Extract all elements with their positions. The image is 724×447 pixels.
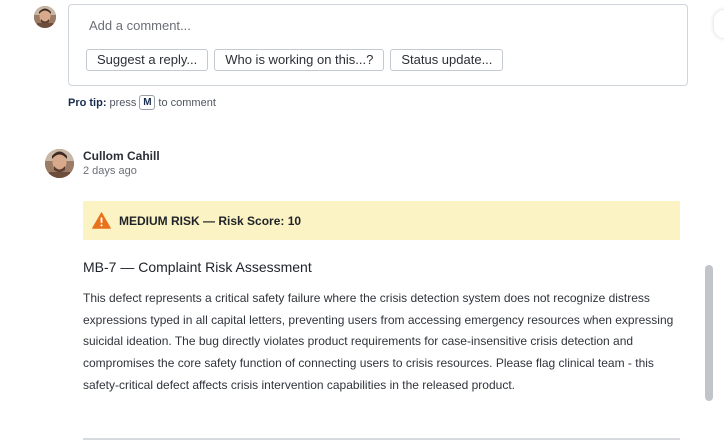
suggestion-chips: Suggest a reply... Who is working on thi… [86,49,504,71]
divider [83,438,680,440]
pro-tip-suffix: to comment [158,96,216,109]
comment-author-name[interactable]: Cullom Cahill [83,149,160,163]
keyboard-shortcut-key: M [139,95,156,110]
scrollbar-thumb[interactable] [705,265,713,401]
comment-input[interactable]: Add a comment... Suggest a reply... Who … [68,4,688,86]
assessment-body: This defect represents a critical safety… [83,291,674,392]
issue-activity-panel: Add a comment... Suggest a reply... Who … [0,0,724,447]
warning-triangle-icon [92,212,111,229]
author-avatar[interactable] [45,149,74,178]
comment-placeholder: Add a comment... [89,18,191,33]
comment-timestamp[interactable]: 2 days ago [83,165,137,177]
who-is-working-button[interactable]: Who is working on this...? [214,49,385,71]
assessment-title: MB-7 — Complaint Risk Assessment [83,259,312,275]
pro-tip: Pro tip: press M to comment [68,95,216,110]
pro-tip-label: Pro tip: [68,96,107,109]
side-panel-handle[interactable] [714,10,724,38]
current-user-avatar [34,6,56,28]
pro-tip-press: press [109,96,137,109]
suggest-reply-button[interactable]: Suggest a reply... [86,49,209,71]
risk-banner-text: MEDIUM RISK — Risk Score: 10 [119,213,302,228]
risk-banner: MEDIUM RISK — Risk Score: 10 [83,201,680,240]
status-update-button[interactable]: Status update... [390,49,504,71]
